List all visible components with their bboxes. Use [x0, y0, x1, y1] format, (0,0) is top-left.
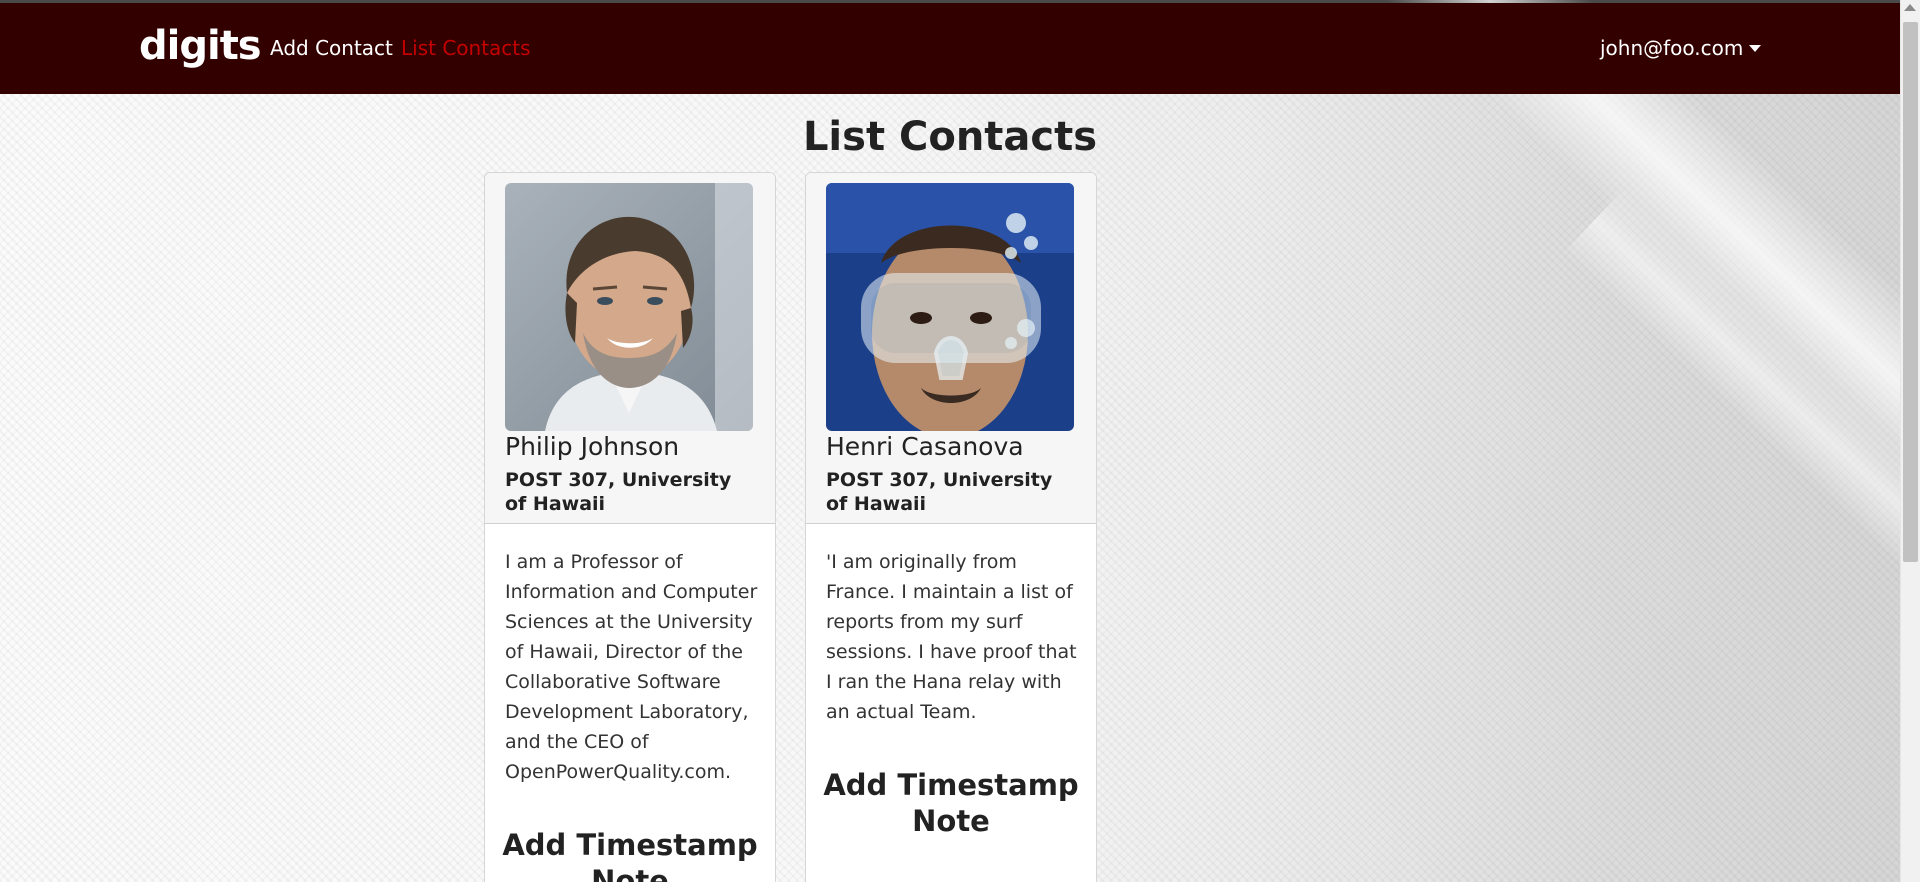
- nav-list-contacts[interactable]: List Contacts: [401, 36, 531, 60]
- user-email: john@foo.com: [1600, 36, 1744, 60]
- add-timestamp-note-heading: Add Timestamp Note: [502, 828, 758, 882]
- scroll-up-arrow-icon[interactable]: [1904, 4, 1916, 11]
- top-navbar: digits Add Contact List Contacts john@fo…: [0, 3, 1900, 94]
- user-dropdown[interactable]: john@foo.com: [1600, 36, 1762, 60]
- card-header: Philip Johnson POST 307, University of H…: [485, 173, 775, 524]
- add-timestamp-note-heading: Add Timestamp Note: [823, 768, 1079, 838]
- contact-description: I am a Professor of Information and Comp…: [505, 551, 758, 783]
- card-header: Henri Casanova POST 307, University of H…: [806, 173, 1096, 524]
- portrait-image: [826, 183, 1074, 431]
- caret-down-icon: [1749, 44, 1762, 52]
- contact-name: Philip Johnson: [505, 432, 680, 461]
- contact-photo: [826, 183, 1074, 431]
- brand-logo[interactable]: digits: [139, 23, 262, 69]
- scrollbar-thumb[interactable]: [1903, 22, 1918, 562]
- page-title: List Contacts: [802, 114, 1098, 160]
- contact-address: POST 307, University of Hawaii: [505, 469, 732, 515]
- portrait-image: [505, 183, 753, 431]
- contact-card: Philip Johnson POST 307, University of H…: [484, 172, 776, 882]
- nav-add-contact[interactable]: Add Contact: [270, 36, 393, 60]
- contact-card: Henri Casanova POST 307, University of H…: [805, 172, 1097, 882]
- contact-photo: [505, 183, 753, 431]
- contact-address: POST 307, University of Hawaii: [826, 469, 1053, 515]
- contact-description: 'I am originally from France. I maintain…: [826, 551, 1077, 723]
- contact-name: Henri Casanova: [826, 432, 1024, 461]
